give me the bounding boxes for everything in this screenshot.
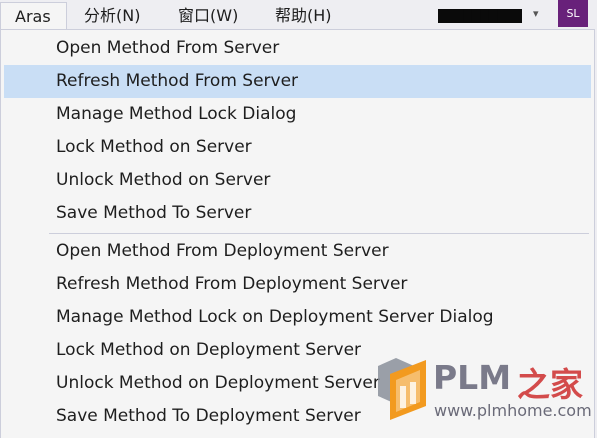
menu-window[interactable]: 窗口(W) [178,2,238,29]
watermark-url: www.plmhome.com [434,401,592,420]
menu-item-save-method-to-server[interactable]: Save Method To Server [4,197,591,230]
menu-bar: Aras 分析(N) 窗口(W) 帮助(H) ████████ ▾ SL [0,0,597,30]
menu-separator [49,233,589,234]
menu-item-open-method-from-server[interactable]: Open Method From Server [4,32,591,65]
watermark-brand-cn: 之家 [517,365,583,404]
menu-item-refresh-method-from-server[interactable]: Refresh Method From Server [4,65,591,98]
menu-item-open-method-from-deployment-server[interactable]: Open Method From Deployment Server [4,235,591,268]
menu-aras[interactable]: Aras [0,2,67,29]
plmhome-watermark: PLM 之家 www.plmhome.com [376,356,597,438]
watermark-brand: PLM [433,358,512,397]
chevron-down-icon[interactable]: ▾ [533,7,539,20]
user-name-redacted[interactable]: ████████ [438,9,522,23]
menu-item-refresh-method-from-deployment-server[interactable]: Refresh Method From Deployment Server [4,268,591,301]
menu-help[interactable]: 帮助(H) [275,2,332,29]
plmhome-logo-icon [378,358,426,420]
menu-item-unlock-method-on-server[interactable]: Unlock Method on Server [4,164,591,197]
menu-item-lock-method-on-server[interactable]: Lock Method on Server [4,131,591,164]
menu-item-manage-method-lock-on-deployment-server-dialog[interactable]: Manage Method Lock on Deployment Server … [4,301,591,334]
avatar[interactable]: SL [558,0,588,27]
menu-item-manage-method-lock-dialog[interactable]: Manage Method Lock Dialog [4,98,591,131]
menu-analysis[interactable]: 分析(N) [84,2,140,29]
